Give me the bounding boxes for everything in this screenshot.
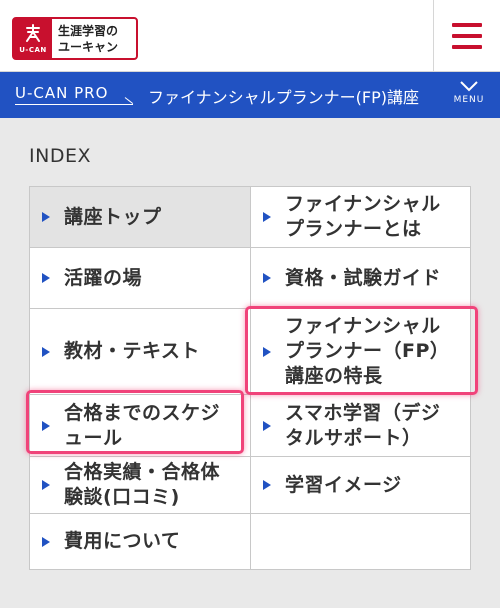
chevron-down-icon <box>460 81 478 92</box>
index-item-about-fp[interactable]: ファイナンシャル プランナーとは <box>251 187 471 248</box>
index-item-label: 活躍の場 <box>64 266 143 289</box>
index-item-label: スマホ学習（デジ タルサポート） <box>285 401 441 449</box>
index-grid: 講座トップ ファイナンシャル プランナーとは 活躍の場 資格・試験ガイド 教材・テ… <box>29 186 471 570</box>
arrow-right-icon <box>42 346 50 357</box>
index-item-smartphone-learning[interactable]: スマホ学習（デジ タルサポート） <box>251 395 471 457</box>
course-nav-bar: U-CAN PRO ファイナンシャルプランナー(FP)講座 MENU <box>0 72 500 118</box>
arrow-right-icon <box>263 346 271 357</box>
index-item-course-features[interactable]: ファイナンシャル プランナー（FP） 講座の特長 <box>251 309 471 395</box>
index-item-fees[interactable]: 費用について <box>30 514 251 569</box>
arrow-right-icon <box>42 480 50 490</box>
ucan-mark-icon <box>26 24 40 42</box>
index-item-label: 合格までのスケジ ュール <box>64 401 221 449</box>
arrow-right-icon <box>263 480 271 490</box>
index-item-results-reviews[interactable]: 合格実績・合格体 験談(口コミ) <box>30 457 251 514</box>
index-empty-cell <box>251 514 471 569</box>
index-item-label: 学習イメージ <box>285 473 402 496</box>
index-item-course-top[interactable]: 講座トップ <box>30 187 251 248</box>
index-item-schedule[interactable]: 合格までのスケジ ュール <box>30 395 251 457</box>
brand-underline-tip <box>124 97 134 105</box>
brand-underline <box>15 104 133 105</box>
hamburger-icon <box>452 23 482 49</box>
ucan-logo-mark: U-CAN <box>14 19 52 58</box>
site-header: U-CAN 生涯学習の ユーキャン <box>0 0 500 72</box>
course-title[interactable]: ファイナンシャルプランナー(FP)講座 <box>148 84 419 108</box>
index-item-learning-image[interactable]: 学習イメージ <box>251 457 471 514</box>
index-item-label: ファイナンシャル プランナー（FP） 講座の特長 <box>285 315 450 387</box>
ucan-logo[interactable]: U-CAN 生涯学習の ユーキャン <box>12 17 138 60</box>
arrow-right-icon <box>42 420 50 431</box>
course-menu-toggle[interactable]: MENU <box>449 78 489 114</box>
arrow-right-icon <box>263 273 271 283</box>
arrow-right-icon <box>263 420 271 431</box>
arrow-right-icon <box>42 273 50 283</box>
index-item-label: 費用について <box>64 530 181 552</box>
index-item-label: 資格・試験ガイド <box>285 266 442 289</box>
index-heading: INDEX <box>29 145 91 167</box>
hamburger-menu-button[interactable] <box>433 0 500 72</box>
index-item-label: ファイナンシャル プランナーとは <box>285 193 441 240</box>
logo-mark-label: U-CAN <box>19 46 47 54</box>
index-item-label: 教材・テキスト <box>64 340 200 362</box>
arrow-right-icon <box>42 536 50 547</box>
index-item-exam-guide[interactable]: 資格・試験ガイド <box>251 248 471 309</box>
logo-text: 生涯学習の ユーキャン <box>52 19 136 58</box>
index-item-materials[interactable]: 教材・テキスト <box>30 309 251 395</box>
arrow-right-icon <box>42 212 50 222</box>
logo-text-line1: 生涯学習の <box>58 23 119 38</box>
ucan-pro-brand[interactable]: U-CAN PRO <box>15 84 108 102</box>
arrow-right-icon <box>263 212 271 222</box>
index-item-label: 講座トップ <box>64 205 162 228</box>
index-item-label: 合格実績・合格体 験談(口コミ) <box>64 461 221 508</box>
menu-label: MENU <box>453 95 485 105</box>
index-item-career[interactable]: 活躍の場 <box>30 248 251 309</box>
logo-text-line2: ユーキャン <box>58 39 119 54</box>
